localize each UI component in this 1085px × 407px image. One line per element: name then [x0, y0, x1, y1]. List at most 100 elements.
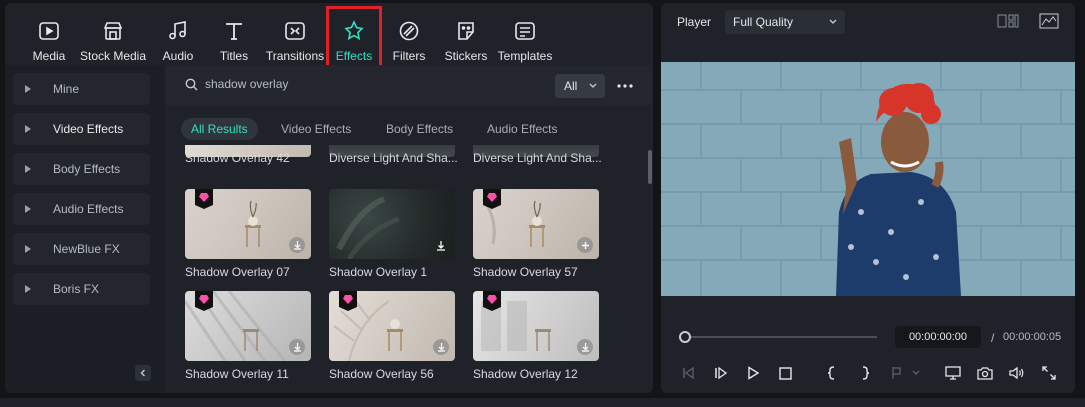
tool-audio[interactable]: Audio	[160, 15, 196, 63]
effect-label: Shadow Overlay 11	[185, 367, 289, 381]
step-forward-icon	[715, 366, 728, 380]
tab-all-results[interactable]: All Results	[181, 118, 258, 140]
premium-gem-icon	[195, 291, 213, 311]
filter-dropdown[interactable]: All	[555, 74, 605, 98]
tool-label: Media	[32, 49, 66, 63]
tool-titles[interactable]: Titles	[217, 15, 251, 63]
fullscreen-button[interactable]	[1040, 364, 1058, 382]
effect-label: Shadow Overlay 1	[329, 265, 428, 279]
effect-label: Shadow Overlay 07	[185, 265, 290, 279]
time-separator: /	[991, 331, 995, 345]
sidebar-item-video-effects[interactable]: Video Effects	[13, 113, 150, 145]
play-button[interactable]	[744, 364, 762, 382]
woman-photo-image	[661, 62, 1075, 296]
tab-label: All Results	[191, 122, 248, 136]
video-preview	[661, 62, 1075, 296]
tool-label: Effects	[335, 49, 373, 63]
caret-right-icon	[25, 85, 31, 93]
download-button[interactable]	[433, 339, 449, 355]
timeline-edge	[0, 398, 1085, 407]
search-input[interactable]	[205, 77, 505, 91]
result-tabs: All Results Video Effects Body Effects A…	[165, 117, 653, 141]
stock-media-icon	[103, 22, 123, 40]
sidebar-item-boris-fx[interactable]: Boris FX	[13, 273, 150, 305]
tool-label: Templates	[497, 49, 553, 63]
effect-thumbnail	[185, 291, 311, 361]
app-window: Media Stock Media Audio Titles Transitio…	[0, 0, 1085, 407]
snapshot-marker-button[interactable]	[889, 364, 923, 382]
results-scrollbar[interactable]	[648, 150, 652, 184]
scopes-icon[interactable]	[1039, 13, 1059, 29]
volume-button[interactable]	[1008, 364, 1026, 382]
download-icon	[437, 240, 445, 251]
seek-handle[interactable]	[679, 331, 691, 343]
grid-view-icon[interactable]	[997, 13, 1019, 29]
monitor-icon	[945, 366, 961, 380]
play-icon	[748, 366, 760, 380]
tab-body-effects[interactable]: Body Effects	[386, 118, 453, 140]
effect-label: Shadow Overlay 12	[473, 367, 578, 381]
tab-label: Audio Effects	[487, 122, 558, 136]
effect-label: Shadow Overlay 56	[329, 367, 434, 381]
tool-label: Transitions	[265, 49, 325, 63]
step-back-icon	[683, 366, 694, 380]
more-options-button[interactable]	[615, 76, 635, 96]
stop-button[interactable]	[776, 364, 794, 382]
effect-label: Diverse Light And Sha...	[329, 151, 457, 165]
effect-thumbnail	[329, 291, 455, 361]
results-grid: Shadow Overlay 42 Diverse Light And Sha.…	[165, 145, 653, 393]
download-button[interactable]	[289, 237, 305, 253]
stop-icon	[778, 366, 792, 380]
download-button[interactable]	[433, 237, 449, 253]
effect-thumbnail	[185, 189, 311, 259]
quality-dropdown[interactable]: Full Quality	[725, 10, 845, 34]
download-icon	[293, 343, 301, 352]
marker-icon	[892, 367, 920, 379]
tool-templates[interactable]: Templates	[495, 15, 555, 63]
category-sidebar: Mine Video Effects Body Effects Audio Ef…	[5, 65, 165, 393]
sidebar-item-label: Body Effects	[53, 162, 121, 176]
tab-video-effects[interactable]: Video Effects	[281, 118, 351, 140]
download-button[interactable]	[289, 339, 305, 355]
tab-audio-effects[interactable]: Audio Effects	[487, 118, 558, 140]
collapse-sidebar-button[interactable]	[135, 365, 151, 381]
display-settings-button[interactable]	[944, 364, 962, 382]
sidebar-item-label: Audio Effects	[53, 202, 124, 216]
effects-browser: All All Results Video Effects Body Effec…	[165, 65, 653, 393]
library-panel: Media Stock Media Audio Titles Transitio…	[5, 3, 653, 393]
effect-label: Shadow Overlay 57	[473, 265, 578, 279]
sidebar-item-label: NewBlue FX	[53, 242, 120, 256]
caret-right-icon	[25, 245, 31, 253]
mark-in-button[interactable]	[823, 364, 841, 382]
seek-track[interactable]	[685, 336, 877, 338]
download-button[interactable]	[577, 339, 593, 355]
prev-frame-button[interactable]	[679, 364, 697, 382]
search-icon	[185, 78, 198, 91]
chevron-down-icon	[829, 19, 837, 24]
tool-stickers[interactable]: Stickers	[443, 15, 489, 63]
tool-effects[interactable]: Effects	[326, 6, 382, 72]
tool-filters[interactable]: Filters	[391, 15, 427, 63]
current-time[interactable]: 00:00:00:00	[895, 326, 981, 348]
add-button[interactable]	[577, 237, 593, 253]
tool-stock-media[interactable]: Stock Media	[80, 15, 146, 63]
sidebar-item-newblue-fx[interactable]: NewBlue FX	[13, 233, 150, 265]
sidebar-item-body-effects[interactable]: Body Effects	[13, 153, 150, 185]
camera-icon	[977, 367, 993, 380]
audio-icon	[169, 21, 186, 40]
more-dots-icon	[617, 84, 633, 88]
mark-out-button[interactable]	[856, 364, 874, 382]
filters-icon	[399, 21, 419, 41]
sidebar-item-audio-effects[interactable]: Audio Effects	[13, 193, 150, 225]
snapshot-button[interactable]	[976, 364, 994, 382]
sidebar-item-mine[interactable]: Mine	[13, 73, 150, 105]
tool-transitions[interactable]: Transitions	[264, 15, 326, 63]
effect-label: Shadow Overlay 42	[185, 151, 290, 165]
caret-right-icon	[25, 165, 31, 173]
search-bar: All	[165, 65, 653, 105]
mark-out-icon	[862, 366, 870, 380]
caret-right-icon	[25, 205, 31, 213]
tool-media[interactable]: Media	[32, 15, 66, 63]
next-frame-button[interactable]	[712, 364, 730, 382]
tool-label: Filters	[392, 49, 426, 63]
